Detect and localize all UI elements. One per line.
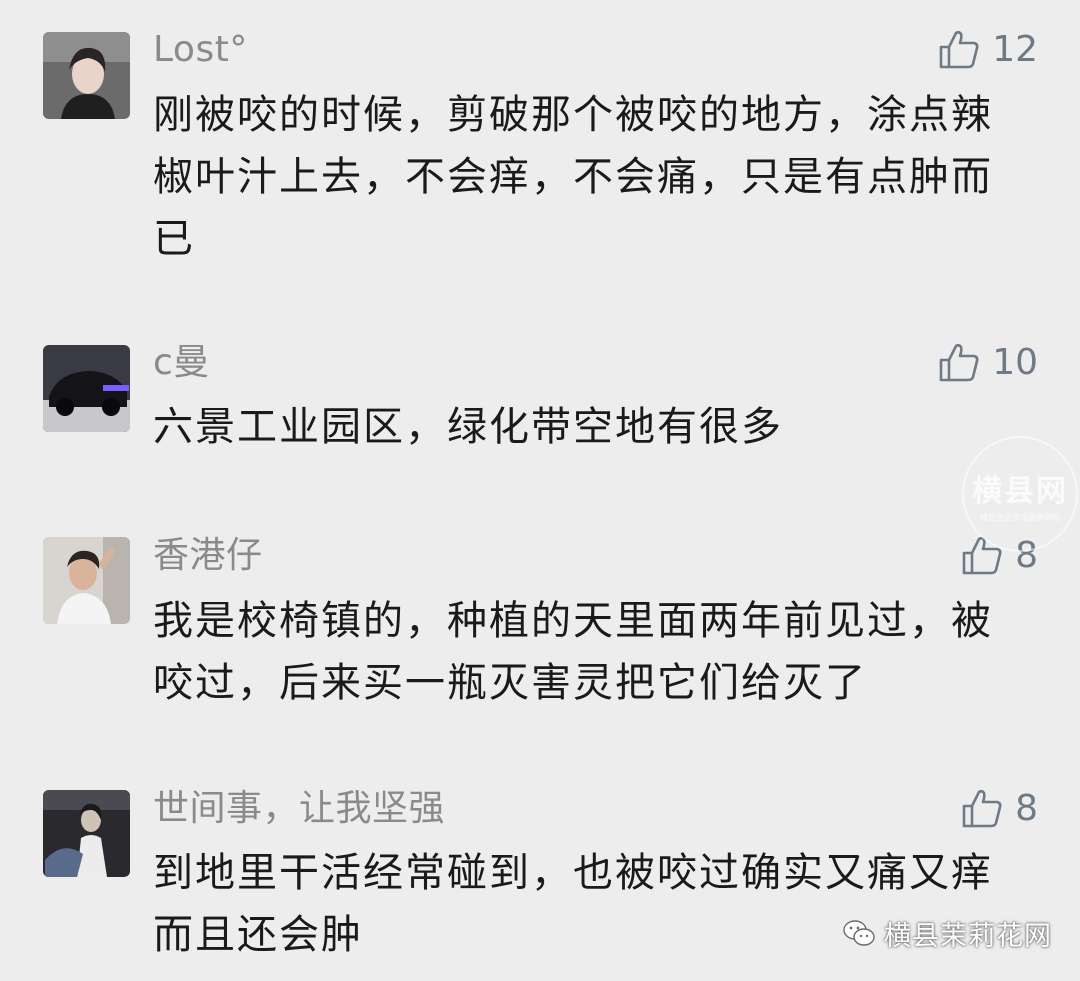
user-avatar[interactable] xyxy=(43,345,130,432)
like-button[interactable]: 12 xyxy=(938,28,1038,72)
avatar-photo-icon xyxy=(43,32,130,119)
user-avatar[interactable] xyxy=(43,32,130,119)
thumbs-up-icon xyxy=(962,789,1002,828)
footer-watermark-text: 横县茉莉花网 xyxy=(884,920,1052,952)
like-count: 10 xyxy=(992,342,1038,383)
like-count: 8 xyxy=(1015,788,1038,829)
user-avatar[interactable] xyxy=(43,537,130,624)
avatar-photo-icon xyxy=(43,790,130,877)
comment-text: 我是校椅镇的，种植的天里面两年前见过，被咬过，后来买一瓶灭害灵把它们给灭了 xyxy=(153,598,993,706)
user-avatar[interactable] xyxy=(43,790,130,877)
watermark-stamp: 横县网 横县生活资讯品牌网站 xyxy=(962,436,1078,552)
comment-text: 刚被咬的时候，剪破那个被咬的地方，涂点辣椒叶汁上去，不会痒，不会痛，只是有点肿而… xyxy=(153,92,993,262)
avatar-photo-icon xyxy=(43,345,130,432)
like-count: 12 xyxy=(992,29,1038,70)
wechat-icon xyxy=(843,920,875,946)
username[interactable]: 世间事，让我坚强 xyxy=(153,787,445,831)
username[interactable]: Lost° xyxy=(153,28,248,72)
thumbs-up-icon xyxy=(939,30,979,69)
like-button[interactable]: 10 xyxy=(938,341,1038,385)
comment-text: 六景工业园区，绿化带空地有很多 xyxy=(153,404,783,450)
username[interactable]: c曼 xyxy=(153,341,210,385)
like-button[interactable]: 8 xyxy=(961,787,1038,831)
avatar-photo-icon xyxy=(43,537,130,624)
footer-watermark: 横县茉莉花网 xyxy=(842,913,1052,953)
stamp-subtext: 横县生活资讯品牌网站 xyxy=(980,512,1060,522)
stamp-text: 横县网 xyxy=(972,473,1068,509)
thumbs-up-icon xyxy=(939,343,979,382)
username[interactable]: 香港仔 xyxy=(153,534,263,578)
